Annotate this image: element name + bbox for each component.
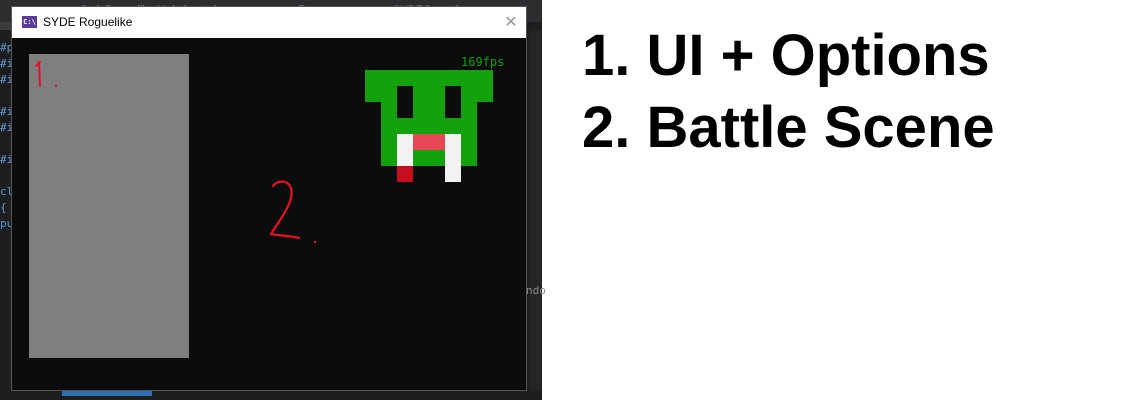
note-battle-scene: 2. Battle Scene xyxy=(582,95,995,160)
fps-counter: 169fps xyxy=(461,55,505,69)
monster-right-fang xyxy=(445,134,461,182)
monster-blood-drip xyxy=(397,166,413,182)
code-fragment: ndo xyxy=(526,284,546,297)
monster-right-eye xyxy=(445,86,461,118)
game-viewport[interactable]: 169fps xyxy=(12,38,526,390)
green-monster-sprite xyxy=(365,70,493,182)
monster-mouth xyxy=(413,134,445,150)
monster-head xyxy=(365,70,493,102)
close-button[interactable]: ✕ xyxy=(498,10,524,34)
game-window: C:\ SYDE Roguelike ✕ 169fps xyxy=(12,7,526,390)
window-title: SYDE Roguelike xyxy=(43,15,133,29)
console-app-icon: C:\ xyxy=(22,16,37,28)
ui-options-panel xyxy=(29,54,189,358)
window-titlebar[interactable]: C:\ SYDE Roguelike ✕ xyxy=(12,7,526,38)
handwritten-marker-1 xyxy=(35,61,58,88)
handwritten-marker-2 xyxy=(269,180,317,244)
annotation-notes: 1. UI + Options 2. Battle Scene xyxy=(582,20,995,164)
monster-left-eye xyxy=(397,86,413,118)
ide-scrollbar[interactable] xyxy=(530,30,542,390)
note-ui-options: 1. UI + Options xyxy=(582,23,990,88)
ide-status-indicator xyxy=(62,391,152,396)
monster-left-fang xyxy=(397,134,413,166)
